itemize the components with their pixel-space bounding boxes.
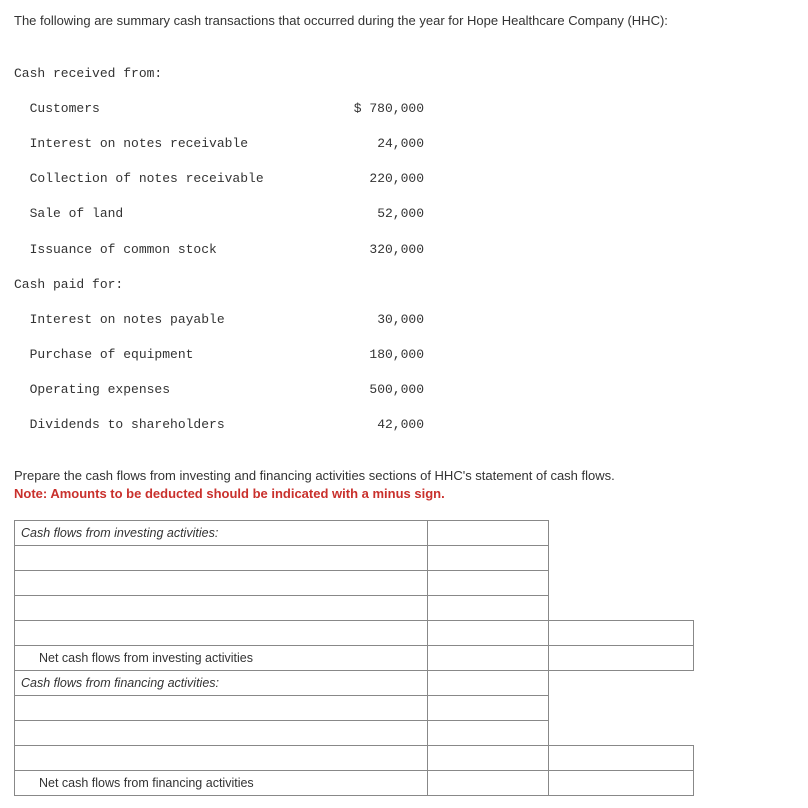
paid-heading: Cash paid for: [14, 276, 334, 294]
financing-row-2-extra [549, 721, 694, 746]
received-sale-land-val: 52,000 [334, 205, 424, 223]
investing-row-2-extra [549, 571, 694, 596]
note-text: Note: Amounts to be deducted should be i… [14, 486, 445, 501]
instructions: Prepare the cash flows from investing an… [14, 467, 794, 502]
investing-row-3-amt[interactable] [428, 596, 549, 621]
financing-header-amt1 [428, 671, 549, 696]
paid-dividends-val: 42,000 [334, 416, 424, 434]
investing-net-amt1 [428, 646, 549, 671]
investing-row-2-amt[interactable] [428, 571, 549, 596]
paid-opex-label: Operating expenses [14, 381, 334, 399]
paid-equipment-val: 180,000 [334, 346, 424, 364]
received-heading: Cash received from: [14, 65, 334, 83]
financing-row-3-amt[interactable] [428, 746, 549, 771]
investing-header-amt2 [549, 521, 694, 546]
investing-row-1-amt[interactable] [428, 546, 549, 571]
received-collection-val: 220,000 [334, 170, 424, 188]
received-collection-label: Collection of notes receivable [14, 170, 334, 188]
financing-net-label: Net cash flows from financing activities [15, 771, 428, 796]
instructions-text: Prepare the cash flows from investing an… [14, 468, 615, 483]
financing-header-amt2 [549, 671, 694, 696]
financing-row-1-amt[interactable] [428, 696, 549, 721]
paid-equipment-label: Purchase of equipment [14, 346, 334, 364]
received-interest-val: 24,000 [334, 135, 424, 153]
financing-row-1-extra [549, 696, 694, 721]
investing-row-1-desc[interactable] [15, 546, 428, 571]
received-customers-label: Customers [14, 100, 334, 118]
financing-row-2-amt[interactable] [428, 721, 549, 746]
financing-net-amt1 [428, 771, 549, 796]
investing-row-2-desc[interactable] [15, 571, 428, 596]
transactions-table: Cash received from: Customers$ 780,000 I… [14, 48, 794, 452]
financing-row-2-desc[interactable] [15, 721, 428, 746]
investing-row-3-desc[interactable] [15, 596, 428, 621]
investing-row-4-extra[interactable] [549, 621, 694, 646]
answer-table: Cash flows from investing activities: Ne… [14, 520, 694, 796]
paid-opex-val: 500,000 [334, 381, 424, 399]
paid-interest-val: 30,000 [334, 311, 424, 329]
financing-row-3-desc[interactable] [15, 746, 428, 771]
investing-net-label: Net cash flows from investing activities [15, 646, 428, 671]
received-issuance-label: Issuance of common stock [14, 241, 334, 259]
financing-row-3-extra[interactable] [549, 746, 694, 771]
received-issuance-val: 320,000 [334, 241, 424, 259]
financing-row-1-desc[interactable] [15, 696, 428, 721]
financing-net-amt2[interactable] [549, 771, 694, 796]
investing-header: Cash flows from investing activities: [15, 521, 428, 546]
investing-row-4-amt[interactable] [428, 621, 549, 646]
investing-header-amt1 [428, 521, 549, 546]
received-interest-label: Interest on notes receivable [14, 135, 334, 153]
investing-row-1-extra [549, 546, 694, 571]
intro-paragraph: The following are summary cash transacti… [14, 12, 794, 30]
paid-interest-label: Interest on notes payable [14, 311, 334, 329]
received-sale-land-label: Sale of land [14, 205, 334, 223]
investing-row-3-extra [549, 596, 694, 621]
financing-header: Cash flows from financing activities: [15, 671, 428, 696]
paid-dividends-label: Dividends to shareholders [14, 416, 334, 434]
investing-row-4-desc[interactable] [15, 621, 428, 646]
investing-net-amt2[interactable] [549, 646, 694, 671]
received-customers-val: $ 780,000 [334, 100, 424, 118]
